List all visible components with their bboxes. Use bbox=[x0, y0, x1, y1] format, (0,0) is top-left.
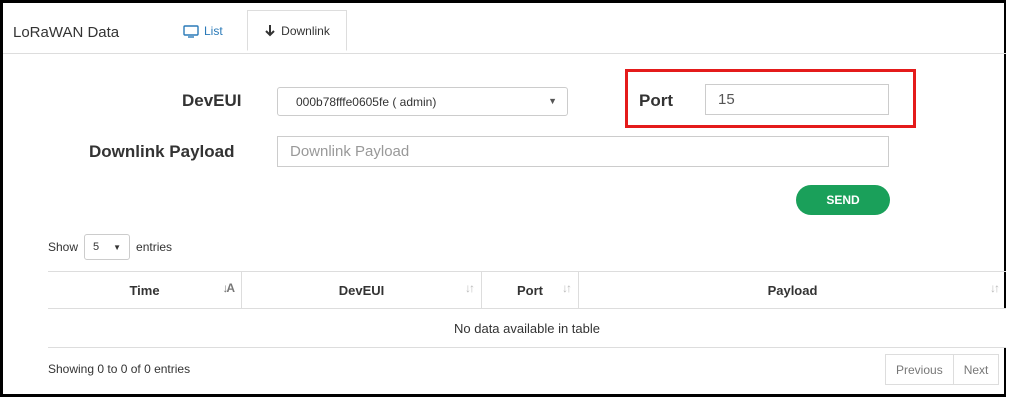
column-time[interactable]: Time ↓A bbox=[48, 271, 242, 309]
page-length-select[interactable]: 5 ▼ bbox=[84, 234, 131, 260]
send-button[interactable]: SEND bbox=[796, 185, 890, 215]
column-time-label: Time bbox=[129, 282, 160, 298]
pagination: Previous Next bbox=[885, 354, 1000, 385]
column-payload-label: Payload bbox=[767, 282, 818, 298]
tab-downlink[interactable]: Downlink bbox=[247, 10, 347, 51]
tab-list-label: List bbox=[204, 24, 223, 38]
column-port-label: Port bbox=[517, 282, 543, 298]
deveui-selected-value: 000b78fffe0605fe ( admin) bbox=[296, 94, 437, 109]
table-row: No data available in table bbox=[48, 308, 1006, 348]
caret-down-icon: ▼ bbox=[113, 242, 122, 252]
length-control: Show 5 ▼ entries bbox=[48, 234, 172, 260]
show-prefix: Show bbox=[48, 240, 79, 254]
next-button[interactable]: Next bbox=[953, 354, 1000, 385]
previous-button[interactable]: Previous bbox=[885, 354, 954, 385]
sort-icon: ↓↑ bbox=[562, 281, 572, 295]
payload-input[interactable] bbox=[277, 136, 889, 167]
sort-asc-icon: ↓A bbox=[222, 281, 235, 295]
monitor-icon bbox=[183, 24, 199, 38]
empty-table-message: No data available in table bbox=[48, 308, 1006, 348]
table-header-row: Time ↓A DevEUI ↓↑ Port ↓↑ Payload ↓↑ bbox=[48, 271, 1006, 309]
tab-list[interactable]: List bbox=[183, 24, 223, 38]
payload-label: Downlink Payload bbox=[89, 142, 235, 161]
sort-icon: ↓↑ bbox=[465, 281, 475, 295]
port-label: Port bbox=[639, 91, 673, 110]
port-input[interactable] bbox=[705, 84, 889, 115]
tabs-bar bbox=[3, 3, 1006, 54]
column-deveui-label: DevEUI bbox=[338, 282, 385, 298]
column-payload[interactable]: Payload ↓↑ bbox=[578, 271, 1006, 309]
deveui-label: DevEUI bbox=[182, 91, 242, 110]
show-suffix: entries bbox=[136, 240, 173, 254]
column-deveui[interactable]: DevEUI ↓↑ bbox=[241, 271, 482, 309]
chevron-down-icon: ▼ bbox=[548, 96, 557, 106]
downlink-table: Time ↓A DevEUI ↓↑ Port ↓↑ Payload ↓↑ No … bbox=[48, 271, 1006, 348]
app-title: LoRaWAN Data bbox=[13, 24, 120, 41]
tab-downlink-label: Downlink bbox=[281, 23, 330, 38]
column-port[interactable]: Port ↓↑ bbox=[481, 271, 579, 309]
sort-icon: ↓↑ bbox=[990, 281, 1000, 295]
deveui-select[interactable]: 000b78fffe0605fe ( admin) ▼ bbox=[277, 87, 568, 116]
table-info: Showing 0 to 0 of 0 entries bbox=[48, 362, 191, 376]
arrow-down-icon bbox=[265, 25, 275, 37]
page-length-value: 5 bbox=[93, 241, 100, 253]
